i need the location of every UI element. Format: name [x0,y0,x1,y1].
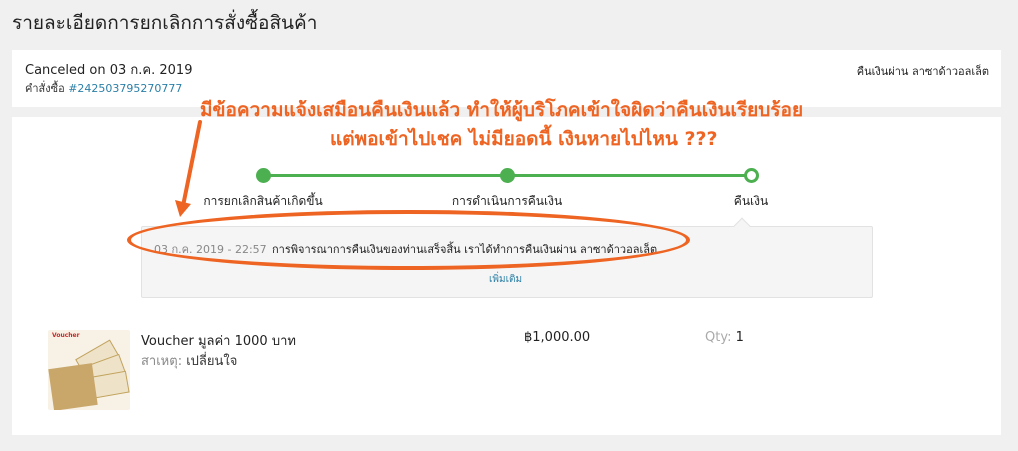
step-label-cancel: การยกเลิกสินค้าเกิดขึ้น [203,194,323,208]
refund-method: คืนเงินผ่าน ลาซาด้าวอลเล็ต [856,65,989,78]
annotation-highlight-oval [127,210,690,270]
order-number-link[interactable]: #242503795270777 [68,82,182,95]
order-number-line: คำสั่งซื้อ #242503795270777 [25,79,182,97]
step-dot-refunded [744,168,759,183]
product-quantity: Qty: 1 [705,330,744,345]
annotation-text-line-2: แต่พอเข้าไปเชค ไม่มียอดนี้ เงินหายไปไหน … [330,128,718,150]
product-thumbnail[interactable]: Voucher [48,330,130,410]
cancel-reason-label: สาเหตุ: [141,354,183,369]
canceled-date: Canceled on 03 ก.ค. 2019 [25,63,193,78]
annotation-arrow-icon [175,120,202,217]
progress-line-segment-2 [507,174,751,177]
quantity-value: 1 [735,330,744,345]
thumbnail-caption: Voucher [52,332,80,339]
quantity-label: Qty: [705,330,732,345]
envelope-shape [48,363,98,410]
see-more-link[interactable]: เพิ่มเติม [489,272,522,287]
cancel-reason-value: เปลี่ยนใจ [186,354,238,369]
page-title: รายละเอียดการยกเลิกการสั่งซื้อสินค้า [12,12,318,34]
step-dot-cancel [256,168,271,183]
step-label-refunded: คืนเงิน [733,194,769,208]
annotation-text-line-1: มีข้อความแจ้งเสมือนคืนเงินแล้ว ทำให้ผู้บ… [200,99,804,121]
product-price: ฿1,000.00 [524,330,591,345]
step-label-processing: การดำเนินการคืนเงิน [451,194,563,208]
order-number-label: คำสั่งซื้อ [25,82,65,95]
cancel-reason: สาเหตุ: เปลี่ยนใจ [141,350,237,371]
progress-line-segment-1 [263,174,507,177]
step-dot-processing [500,168,515,183]
product-name[interactable]: Voucher มูลค่า 1000 บาท [141,330,296,351]
